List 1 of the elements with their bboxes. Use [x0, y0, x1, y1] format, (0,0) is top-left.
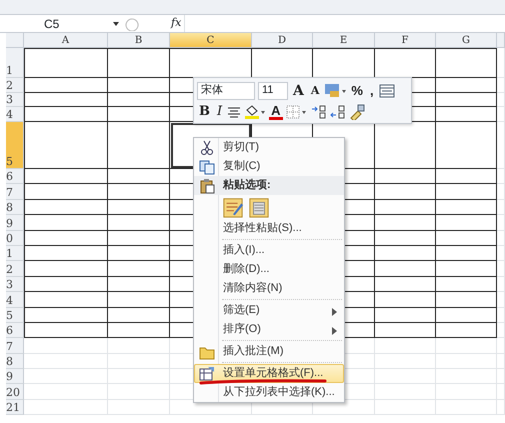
menu-section-header: 粘贴选项:: [194, 176, 344, 195]
